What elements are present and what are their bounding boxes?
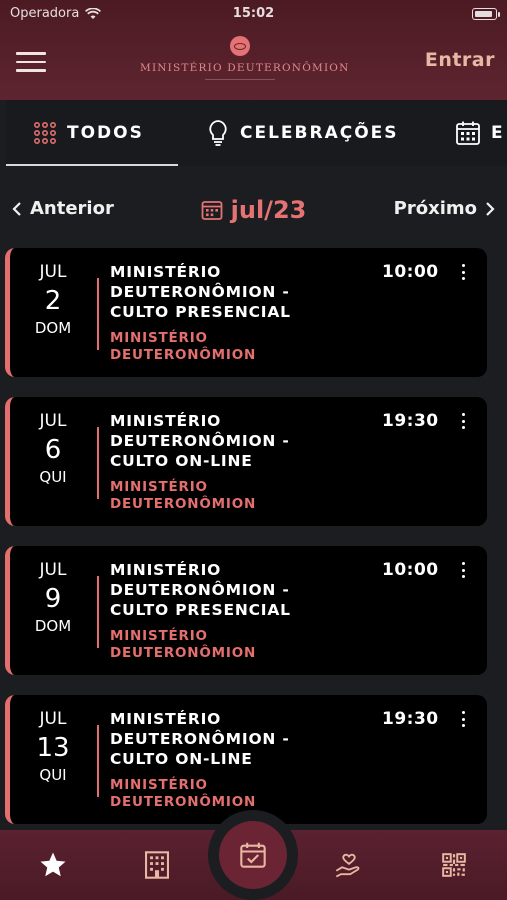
star-icon: [40, 852, 66, 877]
qr-code-icon: [442, 853, 466, 877]
event-month: JUL: [39, 709, 67, 729]
battery-icon: [472, 8, 497, 20]
event-card[interactable]: JUL 2 DOM MINISTÉRIO DEUTERONÔMION - CUL…: [5, 248, 487, 377]
event-title: MINISTÉRIO DEUTERONÔMION - CULTO ON-LINE: [110, 412, 290, 470]
event-month: JUL: [39, 411, 67, 431]
event-organizer: MINISTÉRIO DEUTERONÔMION: [110, 330, 257, 363]
more-options-icon[interactable]: [456, 562, 470, 582]
next-month-button[interactable]: Próximo: [394, 198, 495, 219]
status-bar: Operadora 15:02: [0, 0, 507, 28]
event-day: 2: [44, 286, 62, 316]
tab-label: CELEBRAÇÕES: [240, 123, 399, 143]
event-title: MINISTÉRIO DEUTERONÔMION - CULTO PRESENC…: [110, 263, 291, 321]
church-info-tab[interactable]: [139, 848, 175, 882]
category-tabs: TODOS CELEBRAÇÕES E: [6, 100, 507, 166]
event-divider: [97, 427, 99, 499]
hamburger-line: [16, 69, 46, 72]
fish-logo-icon: [230, 36, 250, 56]
event-card[interactable]: JUL 13 QUI MINISTÉRIO DEUTERONÔMION - CU…: [5, 695, 487, 824]
event-divider: [97, 576, 99, 648]
event-weekday: QUI: [39, 766, 67, 784]
hamburger-line: [16, 52, 46, 55]
event-date: JUL 2 DOM: [22, 262, 84, 337]
event-organizer: MINISTÉRIO DEUTERONÔMION: [110, 628, 257, 661]
calendar-check-icon: [240, 842, 266, 868]
event-date: JUL 6 QUI: [22, 411, 84, 486]
favorites-tab[interactable]: [35, 848, 71, 882]
tab-eventos[interactable]: E: [455, 100, 505, 166]
brand-logo: MINISTÉRIO DEUTERONÔMION: [140, 36, 350, 80]
tab-label: E: [491, 123, 505, 143]
brand-name: MINISTÉRIO DEUTERONÔMION: [140, 62, 350, 74]
calendar-icon: [201, 201, 223, 220]
building-icon: [145, 851, 169, 879]
event-time: 19:30: [382, 411, 439, 431]
event-time: 10:00: [382, 560, 439, 580]
event-title: MINISTÉRIO DEUTERONÔMION - CULTO ON-LINE: [110, 710, 290, 768]
event-title: MINISTÉRIO DEUTERONÔMION - CULTO PRESENC…: [110, 561, 291, 619]
event-weekday: DOM: [34, 617, 72, 635]
status-time: 15:02: [232, 6, 275, 21]
tab-todos[interactable]: TODOS: [6, 100, 178, 166]
month-navigation: Anterior jul/23 Próximo: [0, 190, 507, 230]
event-list: JUL 2 DOM MINISTÉRIO DEUTERONÔMION - CUL…: [5, 248, 487, 844]
event-date: JUL 9 DOM: [22, 560, 84, 635]
event-divider: [97, 725, 99, 797]
menu-button[interactable]: [16, 52, 46, 72]
chevron-right-icon: [486, 201, 495, 216]
event-month: JUL: [39, 560, 67, 580]
current-month-label: jul/23: [230, 196, 307, 224]
more-options-icon[interactable]: [456, 711, 470, 731]
event-weekday: DOM: [34, 319, 72, 337]
event-divider: [97, 278, 99, 350]
donations-tab[interactable]: [331, 848, 367, 882]
event-date: JUL 13 QUI: [22, 709, 84, 784]
hamburger-line: [16, 60, 46, 63]
event-month: JUL: [39, 262, 67, 282]
app-header: Operadora 15:02 MINISTÉRIO DEUTERONÔMION…: [0, 0, 507, 100]
events-tab[interactable]: [219, 821, 287, 889]
calendar-icon: [455, 120, 481, 146]
tab-label: TODOS: [67, 123, 144, 143]
event-day: 9: [44, 584, 62, 614]
more-options-icon[interactable]: [456, 413, 470, 433]
event-time: 10:00: [382, 262, 439, 282]
event-card[interactable]: JUL 9 DOM MINISTÉRIO DEUTERONÔMION - CUL…: [5, 546, 487, 675]
event-weekday: QUI: [39, 468, 67, 486]
more-options-icon[interactable]: [456, 264, 470, 284]
event-card[interactable]: JUL 6 QUI MINISTÉRIO DEUTERONÔMION - CUL…: [5, 397, 487, 526]
lightbulb-icon: [206, 119, 230, 147]
event-organizer: MINISTÉRIO DEUTERONÔMION: [110, 479, 257, 512]
event-time: 19:30: [382, 709, 439, 729]
grid-icon: [33, 121, 57, 145]
login-button[interactable]: Entrar: [425, 49, 495, 71]
battery-tip: [498, 12, 500, 17]
event-day: 13: [36, 733, 70, 763]
donation-hand-icon: [335, 853, 360, 878]
tab-celebracoes[interactable]: CELEBRAÇÕES: [206, 100, 399, 166]
next-month-label: Próximo: [393, 198, 477, 219]
bottom-navigation: [0, 810, 507, 900]
event-day: 6: [44, 435, 62, 465]
qr-code-tab[interactable]: [436, 848, 472, 882]
brand-tagline-line: [205, 79, 275, 80]
event-organizer: MINISTÉRIO DEUTERONÔMION: [110, 777, 257, 810]
